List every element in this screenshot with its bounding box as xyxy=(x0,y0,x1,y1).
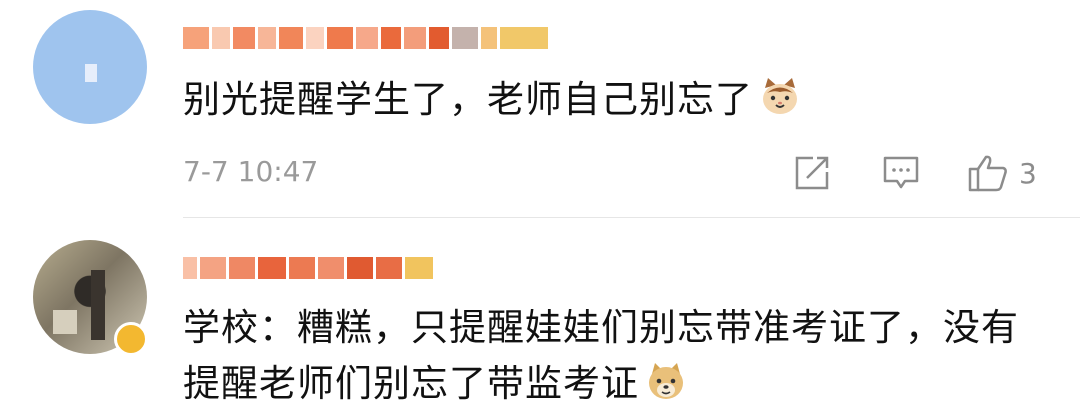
commenter-name-blurred[interactable] xyxy=(183,23,551,53)
comment-text: 学校：糟糕，只提醒娃娃们别忘带准考证了，没有提醒老师们别忘了带监考证 xyxy=(183,300,1043,412)
cat-face-icon xyxy=(763,78,797,114)
like-count: 3 xyxy=(1019,156,1037,190)
commenter-avatar[interactable] xyxy=(33,10,147,124)
like-button[interactable]: 3 xyxy=(967,155,1037,192)
share-button[interactable] xyxy=(793,155,831,191)
comment-bubble-icon xyxy=(883,156,919,189)
comment-body: 别光提醒学生了，老师自己别忘了 xyxy=(183,78,753,121)
comment-divider xyxy=(183,217,1080,218)
comment-text: 别光提醒学生了，老师自己别忘了 xyxy=(183,72,801,128)
share-icon xyxy=(795,156,829,190)
vip-badge-icon xyxy=(114,322,148,356)
doge-face-icon xyxy=(649,363,683,399)
comment-timestamp: 7-7 10:47 xyxy=(183,155,319,188)
commenter-name-blurred[interactable] xyxy=(183,253,436,283)
thumbs-up-icon xyxy=(968,155,1007,192)
reply-button[interactable] xyxy=(882,155,920,191)
comment-body: 学校：糟糕，只提醒娃娃们别忘带准考证了，没有提醒老师们别忘了带监考证 xyxy=(183,306,1019,405)
